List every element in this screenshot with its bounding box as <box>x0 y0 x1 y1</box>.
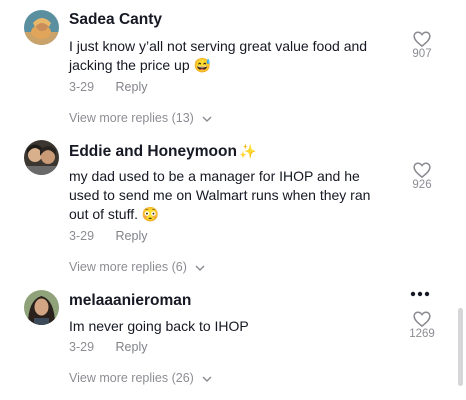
like-count: 926 <box>412 179 432 191</box>
comment-text: I just know y’all not serving great valu… <box>69 37 389 75</box>
view-more-replies-button[interactable]: View more replies (26) <box>69 371 212 386</box>
chevron-down-icon <box>202 112 212 126</box>
comment-date: 3-29 <box>69 229 95 243</box>
comment-username[interactable]: Eddie and Honeymoon ✨ <box>69 143 256 161</box>
comment-meta: 3-29 Reply <box>69 229 147 243</box>
heart-outline-icon <box>413 311 431 327</box>
comment-username[interactable]: melaaanieroman <box>69 292 191 310</box>
comment-body: I just know y’all not serving great valu… <box>69 38 368 73</box>
comment-text: my dad used to be a manager for IHOP and… <box>69 167 389 224</box>
like-button[interactable]: 1269 <box>404 311 440 340</box>
reply-button[interactable]: Reply <box>116 229 148 243</box>
scrollbar[interactable] <box>458 308 463 386</box>
comment-date: 3-29 <box>69 80 95 94</box>
avatar[interactable] <box>24 10 59 45</box>
emoji-icon: 😳 <box>141 206 160 222</box>
more-horizontal-icon[interactable] <box>410 286 430 297</box>
emoji-icon: 😅 <box>193 57 211 73</box>
chevron-down-icon <box>195 261 205 275</box>
like-button[interactable]: 907 <box>404 31 440 60</box>
comment-body: Im never going back to IHOP <box>69 318 249 334</box>
reply-button[interactable]: Reply <box>116 340 148 354</box>
view-more-label: View more replies (26) <box>69 371 194 385</box>
like-count: 907 <box>412 48 432 60</box>
comment-body: my dad used to be a manager for IHOP and… <box>69 168 371 222</box>
comment-text: Im never going back to IHOP <box>69 317 389 336</box>
view-more-label: View more replies (13) <box>69 111 194 125</box>
comment-date: 3-29 <box>69 340 95 354</box>
username-text: Eddie and Honeymoon <box>69 143 237 160</box>
heart-outline-icon <box>413 162 431 178</box>
sparkles-icon: ✨ <box>238 143 257 159</box>
like-button[interactable]: 926 <box>404 162 440 191</box>
avatar[interactable] <box>24 290 59 325</box>
avatar[interactable] <box>24 140 59 175</box>
view-more-label: View more replies (6) <box>69 260 187 274</box>
comment-meta: 3-29 Reply <box>69 340 147 354</box>
comment-username[interactable]: Sadea Canty <box>69 11 162 29</box>
view-more-replies-button[interactable]: View more replies (6) <box>69 260 205 275</box>
comment-meta: 3-29 Reply <box>69 80 147 94</box>
chevron-down-icon <box>202 372 212 386</box>
like-count: 1269 <box>409 328 435 340</box>
reply-button[interactable]: Reply <box>116 80 148 94</box>
heart-outline-icon <box>413 31 431 47</box>
view-more-replies-button[interactable]: View more replies (13) <box>69 111 212 126</box>
